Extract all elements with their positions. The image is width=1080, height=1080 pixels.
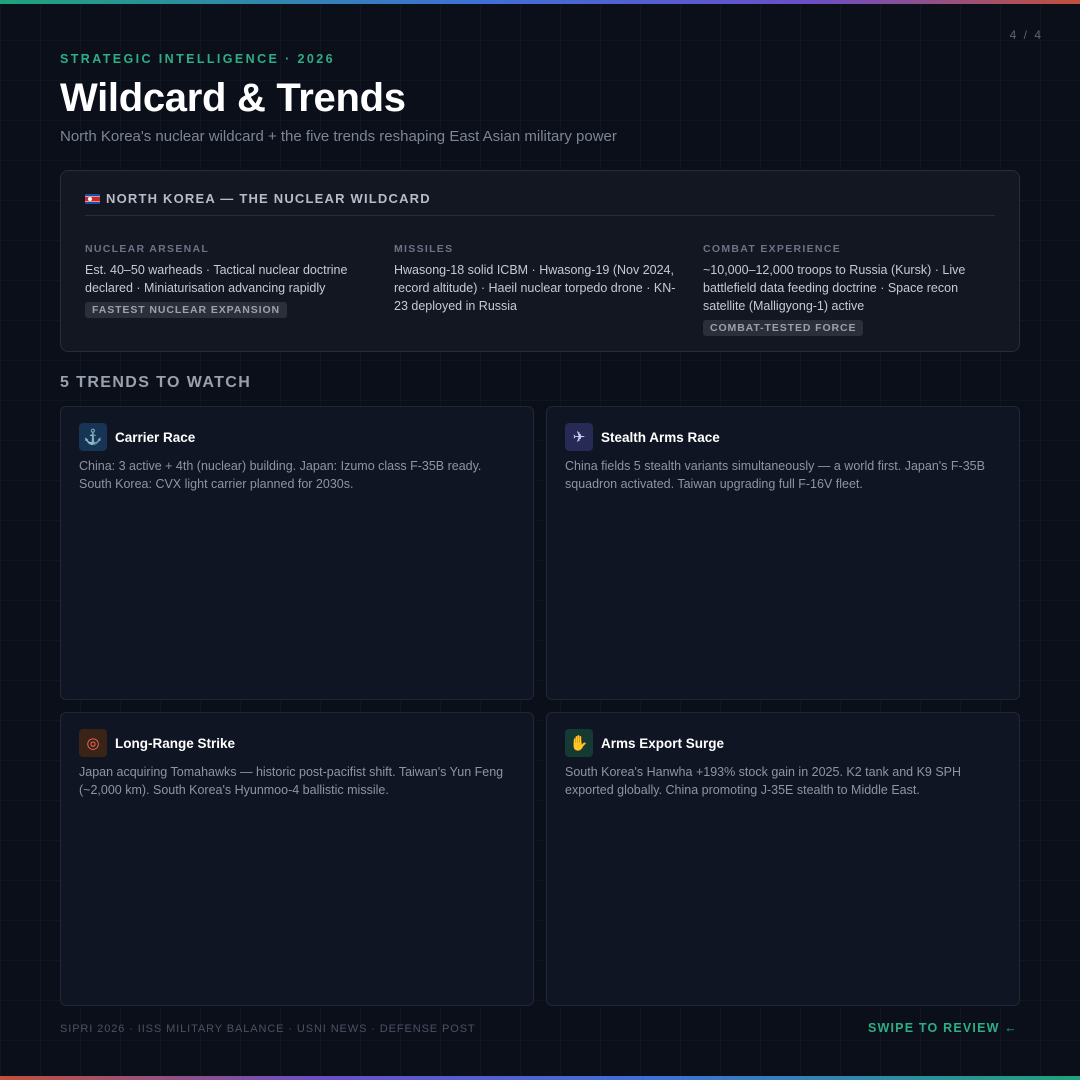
nk-column-combat-experience: COMBAT EXPERIENCE ~10,000–12,000 troops … [703,243,992,336]
trend-card-text: China fields 5 stealth variants simultan… [565,459,985,491]
north-korea-panel-title: NORTH KOREA — THE NUCLEAR WILDCARD [106,191,431,206]
page-subtitle: North Korea's nuclear wildcard + the fiv… [60,128,617,145]
trend-card-header: ✈ Stealth Arms Race [565,423,1001,451]
handshake-icon: ✋ [565,729,593,757]
trend-card-text: China: 3 active + 4th (nuclear) building… [79,459,482,491]
trend-card-text: South Korea's Hanwha +193% stock gain in… [565,765,962,797]
footer-sources: SIPRI 2026 · IISS MILITARY BALANCE · USN… [60,1023,476,1035]
trend-card-text: Japan acquiring Tomahawks — historic pos… [79,765,504,797]
bottom-gradient-bar [0,1076,1080,1080]
north-korea-flag-icon [85,194,100,204]
trend-card-header: ◎ Long-Range Strike [79,729,515,757]
trends-section-title: 5 TRENDS TO WATCH [60,374,252,391]
trend-card-title: Carrier Race [115,429,196,445]
north-korea-panel-header: NORTH KOREA — THE NUCLEAR WILDCARD [85,191,995,216]
trend-card-header: ⚓ Carrier Race [79,423,515,451]
nk-column-label: NUCLEAR ARSENAL [85,243,210,255]
jet-icon: ✈ [565,423,593,451]
trend-card-header: ✋ Arms Export Surge [565,729,1001,757]
target-icon: ◎ [79,729,107,757]
trend-card-title: Long-Range Strike [115,735,236,751]
anchor-icon: ⚓ [79,423,107,451]
page-counter: 4 / 4 [1009,28,1043,42]
page-title: Wildcard & Trends [60,76,406,120]
nk-column-nuclear-arsenal: NUCLEAR ARSENAL Est. 40–50 warheads · Ta… [85,243,374,336]
north-korea-panel: NORTH KOREA — THE NUCLEAR WILDCARD NUCLE… [60,170,1020,352]
swipe-to-review-link[interactable]: SWIPE TO REVIEW ← [868,1021,1018,1035]
nk-tag-combat-tested: COMBAT-TESTED FORCE [703,320,864,336]
nk-column-text: ~10,000–12,000 troops to Russia (Kursk) … [703,263,966,313]
north-korea-columns: NUCLEAR ARSENAL Est. 40–50 warheads · Ta… [85,243,995,336]
nk-column-text: Est. 40–50 warheads · Tactical nuclear d… [85,263,348,295]
nk-column-label: MISSILES [394,243,454,255]
nk-column-label: COMBAT EXPERIENCE [703,243,841,255]
nk-tag-fastest-expansion: FASTEST NUCLEAR EXPANSION [85,302,287,318]
trend-card-stealth-arms-race: ✈ Stealth Arms Race China fields 5 steal… [546,406,1020,700]
top-gradient-bar [0,0,1080,4]
eyebrow-label: STRATEGIC INTELLIGENCE · 2026 [60,52,335,66]
trend-card-title: Stealth Arms Race [601,429,720,445]
trend-card-arms-export-surge: ✋ Arms Export Surge South Korea's Hanwha… [546,712,1020,1006]
trend-card-long-range-strike: ◎ Long-Range Strike Japan acquiring Toma… [60,712,534,1006]
trend-card-title: Arms Export Surge [601,735,725,751]
trend-card-carrier-race: ⚓ Carrier Race China: 3 active + 4th (nu… [60,406,534,700]
nk-column-text: Hwasong-18 solid ICBM · Hwasong-19 (Nov … [394,263,676,313]
nk-column-missiles: MISSILES Hwasong-18 solid ICBM · Hwasong… [394,243,683,336]
